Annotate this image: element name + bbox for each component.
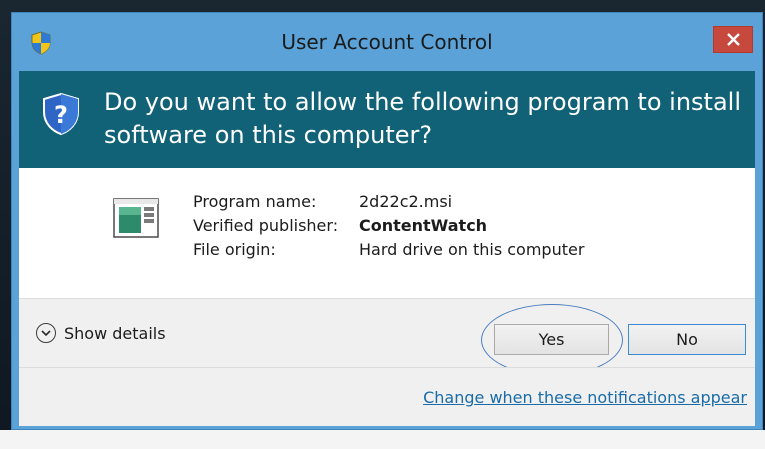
desktop-background-strip — [0, 430, 765, 449]
window-title: User Account Control — [281, 30, 493, 54]
publisher-value: ContentWatch — [359, 216, 488, 235]
question-shield-icon: ? — [43, 92, 79, 136]
svg-text:?: ? — [54, 101, 68, 129]
detail-values: 2d22c2.msi ContentWatch Hard drive on th… — [359, 190, 584, 262]
no-button[interactable]: No — [628, 324, 746, 355]
uac-dialog: User Account Control ? Do you want to al… — [11, 12, 763, 430]
prompt-question: Do you want to allow the following progr… — [104, 86, 744, 152]
close-button[interactable] — [713, 26, 753, 53]
publisher-label: Verified publisher: — [193, 216, 339, 235]
chevron-down-icon — [36, 323, 56, 343]
close-icon — [726, 33, 740, 46]
settings-bar: Change when these notifications appear — [19, 367, 755, 426]
prompt-header: ? Do you want to allow the following pro… — [19, 71, 755, 168]
origin-value: Hard drive on this computer — [359, 240, 585, 259]
program-details: Program name: Verified publisher: File o… — [19, 168, 755, 298]
action-bar: Show details Yes No — [19, 298, 755, 376]
title-bar: User Account Control — [12, 13, 762, 71]
program-name-value: 2d22c2.msi — [359, 192, 453, 211]
prompt-line-2: software on this computer? — [104, 121, 433, 149]
prompt-line-1: Do you want to allow the following progr… — [104, 88, 741, 116]
program-icon — [113, 198, 159, 238]
origin-label: File origin: — [193, 240, 276, 259]
yes-button[interactable]: Yes — [494, 324, 609, 355]
show-details-button[interactable]: Show details — [36, 323, 166, 343]
detail-labels: Program name: Verified publisher: File o… — [193, 190, 338, 262]
change-notifications-link[interactable]: Change when these notifications appear — [423, 388, 747, 407]
program-name-label: Program name: — [193, 192, 317, 211]
show-details-label: Show details — [64, 323, 166, 343]
